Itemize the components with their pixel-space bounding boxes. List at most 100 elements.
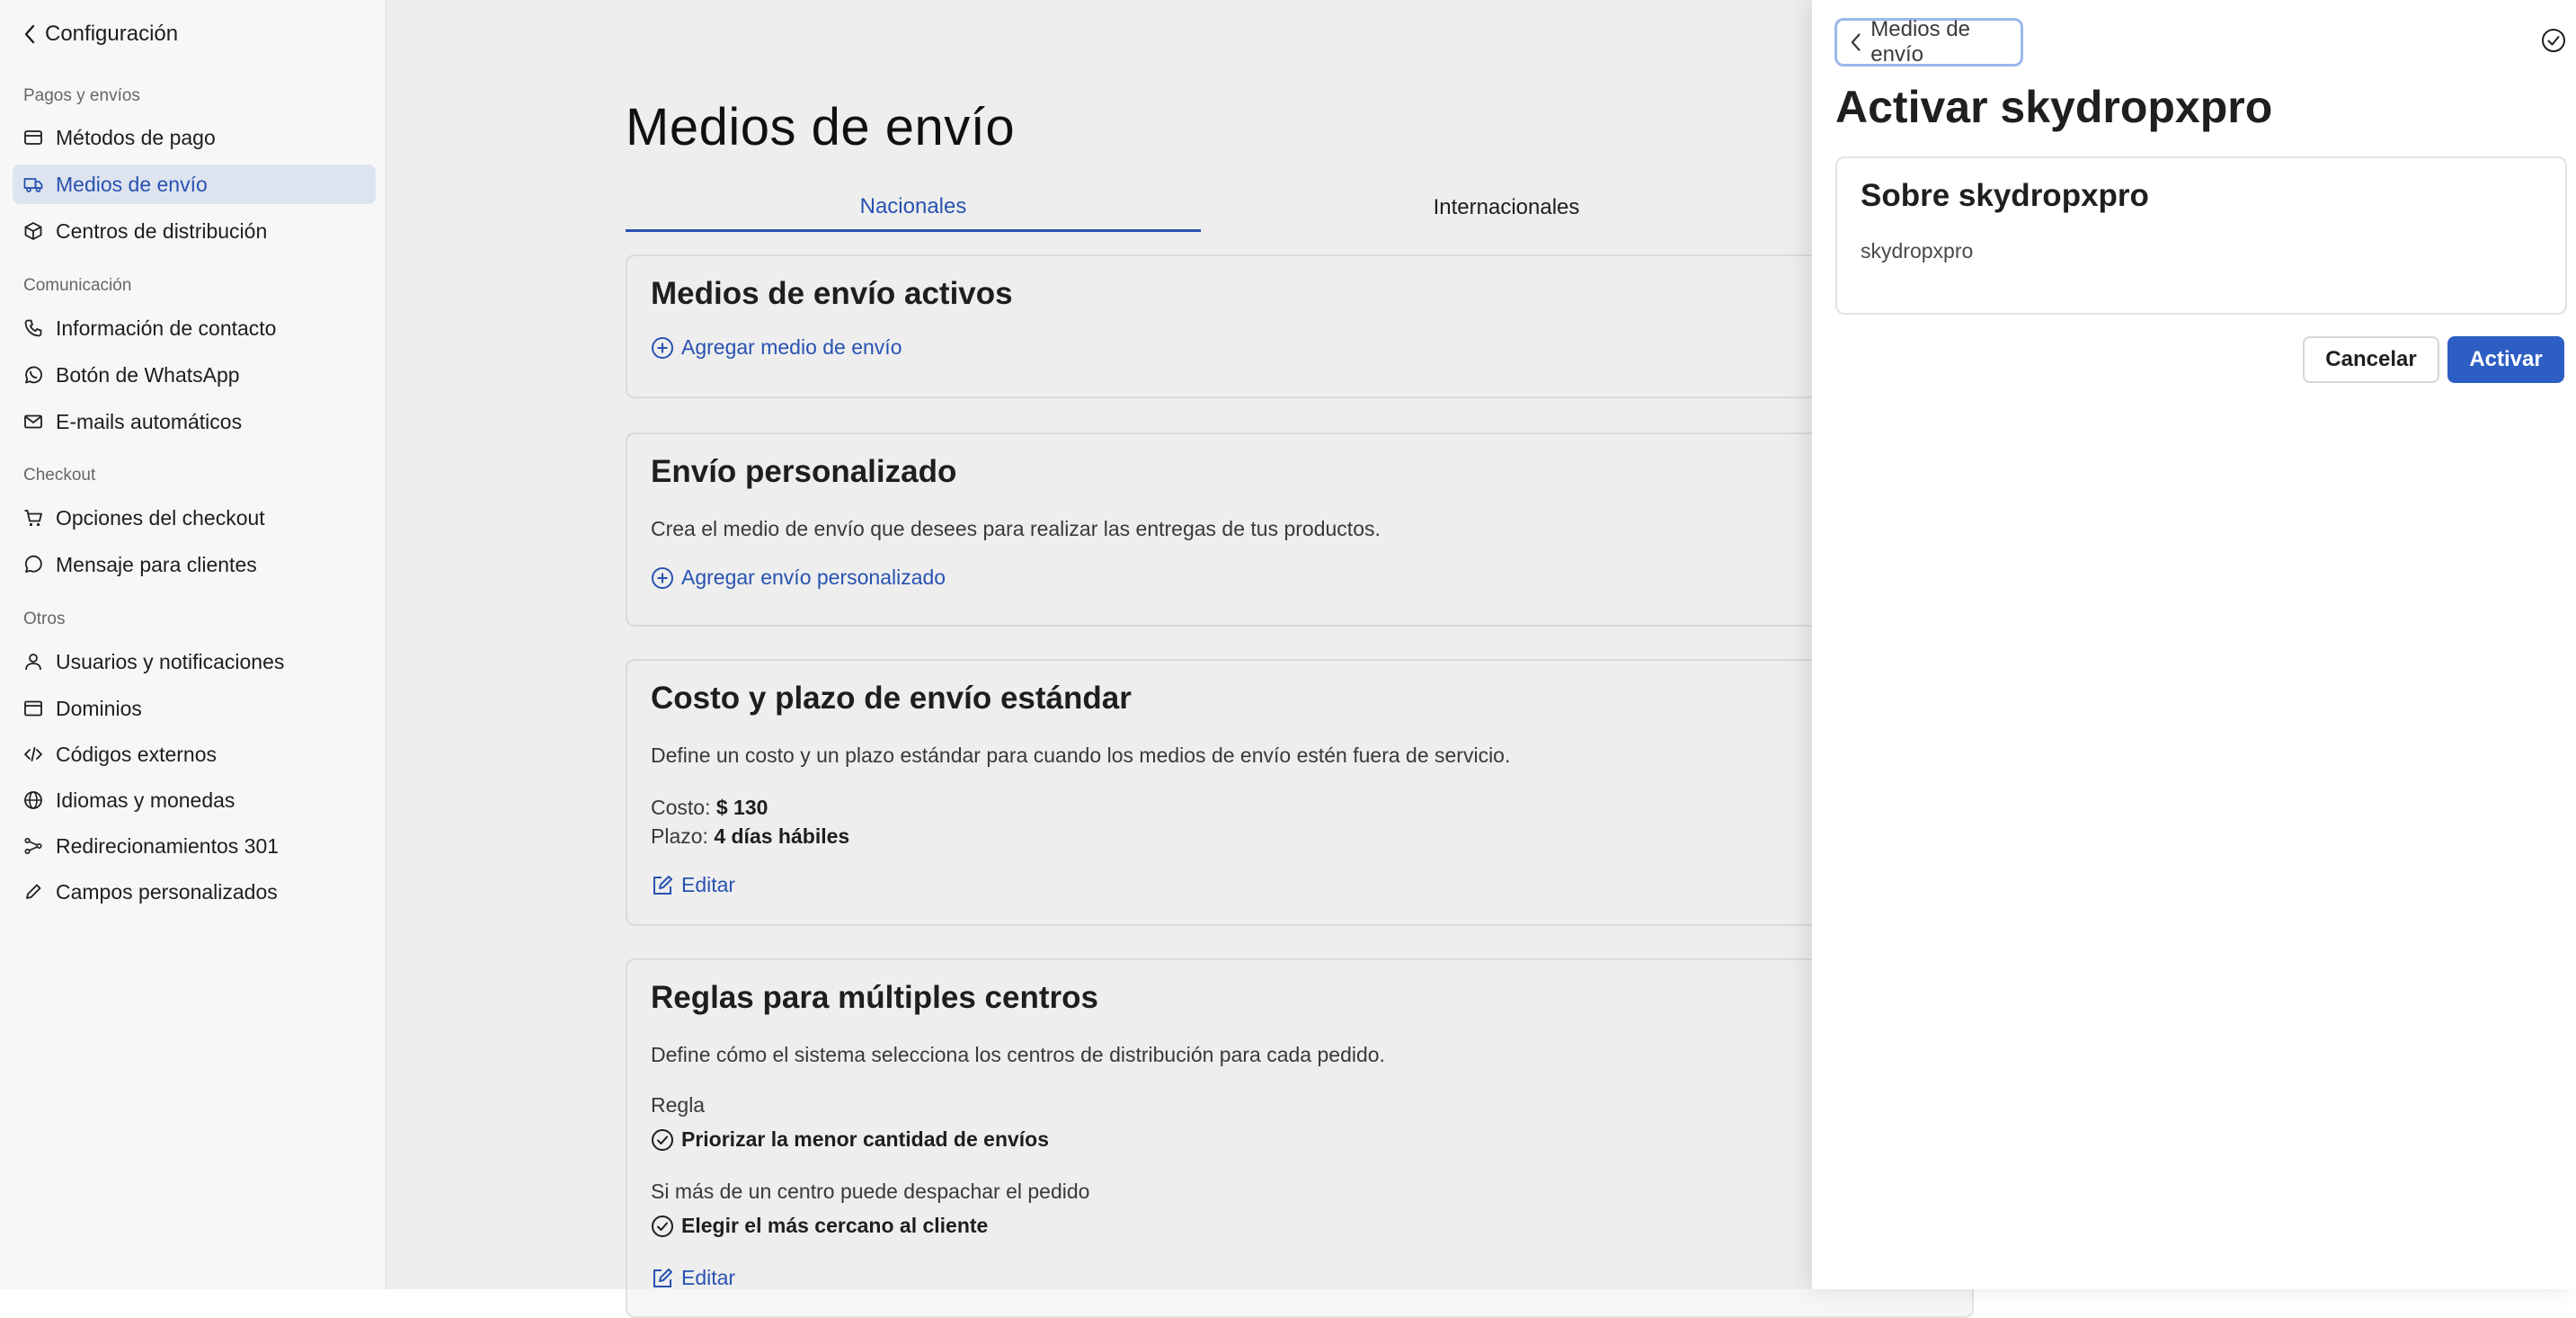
sidebar-item-label: Métodos de pago: [56, 125, 216, 149]
sidebar-item-label: Botón de WhatsApp: [56, 362, 240, 387]
sidebar-item-idiomas-y-monedas[interactable]: Idiomas y monedas: [13, 780, 376, 820]
tab-internacionales[interactable]: Internacionales: [1201, 183, 1812, 232]
sidebar-item-centros-de-distribucion[interactable]: Centros de distribución: [13, 211, 376, 251]
add-custom-shipping-link[interactable]: Agregar envío personalizado: [651, 565, 946, 590]
about-title: Sobre skydropxpro: [1861, 178, 2149, 213]
card-description: Define un costo y un plazo estándar para…: [651, 744, 1511, 767]
activate-button[interactable]: Activar: [2447, 336, 2564, 383]
sidebar-item-codigos-externos[interactable]: Códigos externos: [13, 735, 376, 774]
back-to-configuracion[interactable]: Configuración: [23, 20, 178, 49]
mail-icon: [24, 414, 42, 429]
chevron-left-icon: [1851, 33, 1861, 51]
tab-nacionales[interactable]: Nacionales: [626, 183, 1201, 232]
edit-icon: [653, 875, 672, 895]
cost-value: $ 130: [715, 796, 768, 819]
panel-back-label: Medios de envío: [1870, 17, 1970, 67]
page-title: Medios de envío: [626, 98, 1016, 156]
whatsapp-icon: [25, 366, 42, 384]
shipping-tabs: Nacionales Internacionales: [626, 183, 1884, 232]
add-shipping-method-link[interactable]: Agregar medio de envío: [651, 335, 902, 360]
about-text: skydropxpro: [1861, 239, 1974, 263]
custom-shipping-card: Envío personalizado Crea el medio de env…: [626, 432, 1974, 627]
sidebar-item-label: Códigos externos: [56, 742, 217, 766]
group-title-otros: Otros: [23, 610, 66, 628]
multi-center-rules-card: Reglas para múltiples centros Define cóm…: [626, 958, 1974, 1318]
plus-circle-icon: [652, 566, 673, 589]
active-methods-card: Medios de envío activos Agregar medio de…: [626, 254, 1974, 398]
edit-icon: [653, 1268, 672, 1287]
edit-label: Editar: [681, 1266, 736, 1289]
card-description: Define cómo el sistema selecciona los ce…: [651, 1043, 1385, 1066]
sidebar-item-label: E-mails automáticos: [56, 409, 243, 433]
back-label: Configuración: [45, 22, 179, 46]
truck-icon: [23, 178, 43, 192]
sidebar-item-metodos-de-pago[interactable]: Métodos de pago: [13, 118, 376, 157]
standard-shipping-card: Costo y plazo de envío estándar Define u…: [626, 659, 1974, 926]
sidebar-item-label: Información de contacto: [56, 316, 277, 340]
rule-value-text: Priorizar la menor cantidad de envíos: [681, 1127, 1050, 1151]
browser-icon: [24, 700, 42, 717]
credit-card-icon: [24, 130, 42, 145]
group-title-comunicacion: Comunicación: [23, 276, 132, 295]
code-icon: [24, 747, 42, 761]
rule-label: Regla: [651, 1093, 706, 1117]
edit-rules-link[interactable]: Editar: [651, 1266, 735, 1290]
about-card: Sobre skydropxpro skydropxpro: [1835, 156, 2567, 315]
user-icon: [25, 654, 41, 671]
sidebar-item-label: Opciones del checkout: [56, 505, 265, 530]
card-title: Reglas para múltiples centros: [651, 980, 1098, 1015]
activate-carrier-panel: Medios de envío Activar skydropxpro Sobr…: [1812, 0, 2576, 1289]
group-title-pagos: Pagos y envíos: [23, 86, 140, 105]
panel-title: Activar skydropxpro: [1835, 82, 2273, 132]
sidebar-item-emails-automaticos[interactable]: E-mails automáticos: [13, 402, 376, 441]
pencil-icon: [26, 884, 41, 899]
chevron-left-icon: [24, 24, 35, 44]
add-custom-shipping-label: Agregar envío personalizado: [681, 565, 946, 589]
multi-center-value-text: Elegir el más cercano al cliente: [681, 1214, 989, 1237]
group-title-checkout: Checkout: [23, 466, 96, 485]
cost-label: Costo:: [651, 796, 711, 819]
sidebar-item-opciones-del-checkout[interactable]: Opciones del checkout: [13, 498, 376, 538]
rule-value: Priorizar la menor cantidad de envíos: [651, 1127, 1049, 1152]
term-value: 4 días hábiles: [714, 824, 850, 848]
sidebar-item-campos-personalizados[interactable]: Campos personalizados: [13, 872, 376, 912]
check-circle-icon: [652, 1215, 673, 1237]
sidebar-item-dominios[interactable]: Dominios: [13, 689, 376, 728]
plus-circle-icon: [652, 336, 673, 359]
settings-sidebar: Configuración Pagos y envíos Métodos de …: [0, 0, 386, 1289]
check-circle-icon: [652, 1128, 673, 1151]
cancel-button[interactable]: Cancelar: [2303, 336, 2439, 383]
globe-icon: [24, 791, 42, 809]
card-title: Medios de envío activos: [651, 276, 1013, 311]
sidebar-item-label: Campos personalizados: [56, 879, 278, 904]
box-icon: [24, 222, 42, 240]
edit-standard-link[interactable]: Editar: [651, 873, 735, 897]
sidebar-item-label: Redirecionamientos 301: [56, 833, 280, 858]
term-row: Plazo: 4 días hábiles: [651, 824, 849, 849]
add-shipping-method-label: Agregar medio de envío: [681, 335, 902, 359]
sidebar-item-label: Usuarios y notificaciones: [56, 649, 285, 673]
chat-icon: [24, 555, 42, 573]
sidebar-item-label: Dominios: [56, 696, 142, 720]
sidebar-item-usuarios-y-notificaciones[interactable]: Usuarios y notificaciones: [13, 642, 376, 681]
card-title: Costo y plazo de envío estándar: [651, 681, 1132, 716]
redirect-icon: [24, 837, 42, 855]
term-label: Plazo:: [651, 824, 708, 848]
sidebar-item-label: Mensaje para clientes: [56, 552, 257, 576]
cost-row: Costo: $ 130: [651, 796, 768, 820]
check-circle-icon[interactable]: [2540, 27, 2567, 54]
panel-back-button[interactable]: Medios de envío: [1834, 17, 2023, 67]
multi-center-label: Si más de un centro puede despachar el p…: [651, 1180, 1090, 1203]
sidebar-item-medios-de-envio[interactable]: Medios de envío: [13, 165, 376, 204]
card-description: Crea el medio de envío que desees para r…: [651, 517, 1381, 540]
sidebar-item-boton-de-whatsapp[interactable]: Botón de WhatsApp: [13, 355, 376, 395]
sidebar-item-label: Idiomas y monedas: [56, 788, 235, 812]
sidebar-item-mensaje-para-clientes[interactable]: Mensaje para clientes: [13, 545, 376, 584]
sidebar-item-informacion-de-contacto[interactable]: Información de contacto: [13, 308, 376, 348]
multi-center-value: Elegir el más cercano al cliente: [651, 1214, 988, 1238]
phone-icon: [24, 319, 42, 337]
card-title: Envío personalizado: [651, 454, 957, 489]
sidebar-item-redirecionamientos-301[interactable]: Redirecionamientos 301: [13, 826, 376, 866]
sidebar-item-label: Centros de distribución: [56, 218, 268, 243]
sidebar-item-label: Medios de envío: [56, 172, 208, 196]
